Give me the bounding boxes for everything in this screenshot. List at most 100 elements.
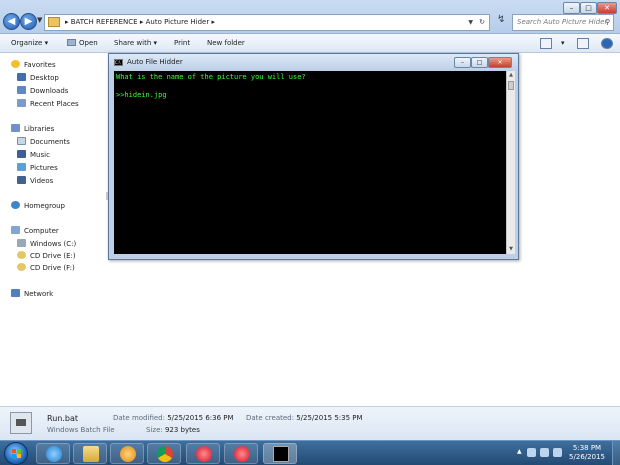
breadcrumb: ▸ BATCH REFERENCE ▸ Auto Picture Hider ▸ [65, 15, 215, 30]
hard-drive-icon [17, 239, 26, 247]
start-button[interactable] [4, 442, 28, 465]
taskbar-media-player[interactable] [110, 443, 144, 464]
taskbar-itunes[interactable] [186, 443, 220, 464]
folder-icon [48, 17, 60, 27]
documents-icon [17, 137, 26, 145]
preview-pane-icon[interactable] [577, 38, 589, 49]
breadcrumb-auto-picture-hider[interactable]: Auto Picture Hider [146, 18, 210, 26]
view-dropdown-icon[interactable]: ▾ [561, 34, 565, 53]
taskbar-internet-explorer[interactable] [36, 443, 70, 464]
network-icon [11, 289, 20, 297]
file-type: Windows Batch File [47, 426, 115, 434]
open-button[interactable]: Open [67, 34, 98, 53]
search-input[interactable]: Search Auto Picture Hider ⚲ [512, 14, 614, 31]
forward-button[interactable]: ▶ [20, 13, 37, 30]
details-pane: Run.bat Windows Batch File Date modified… [0, 406, 620, 440]
close-button[interactable]: ✕ [597, 2, 617, 14]
taskbar-windows-explorer[interactable] [73, 443, 107, 464]
address-dropdown-icon[interactable]: ▼ [468, 15, 473, 30]
volume-icon[interactable] [553, 448, 562, 457]
console-scrollbar[interactable]: ▲ ▼ [506, 71, 515, 254]
share-with-button[interactable]: Share with ▾ [114, 34, 157, 53]
console-minimize-button[interactable]: – [454, 57, 471, 68]
navigation-pane: Favorites Desktop Downloads Recent Place… [0, 54, 109, 406]
maximize-button[interactable]: □ [580, 2, 597, 14]
chevron-right-icon[interactable]: ▸ [211, 18, 215, 26]
scroll-up-icon[interactable]: ▲ [507, 71, 515, 80]
nav-downloads-label: Downloads [30, 87, 69, 95]
nav-cd-drive-f[interactable]: CD Drive (F:) [17, 263, 75, 274]
nav-pictures[interactable]: Pictures [17, 163, 58, 174]
clock[interactable]: 5:38 PM 5/26/2015 [565, 444, 609, 462]
print-button[interactable]: Print [174, 34, 190, 53]
file-name: Run.bat [47, 414, 78, 423]
nav-computer[interactable]: Computer [11, 226, 59, 237]
date-modified-value: 5/25/2015 6:36 PM [167, 414, 234, 422]
new-folder-button[interactable]: New folder [207, 34, 245, 53]
nav-windows-c[interactable]: Windows (C:) [17, 239, 76, 250]
organize-label: Organize [11, 39, 43, 47]
nav-recent-places[interactable]: Recent Places [17, 99, 79, 110]
homegroup-icon [11, 201, 20, 209]
nav-downloads[interactable]: Downloads [17, 86, 68, 97]
desktop-icon [17, 73, 26, 81]
minimize-button[interactable]: – [563, 2, 580, 14]
nav-computer-label: Computer [24, 227, 59, 235]
nav-documents[interactable]: Documents [17, 137, 70, 148]
taskbar-command-prompt[interactable] [263, 443, 297, 464]
show-hidden-icons[interactable]: ▲ [517, 448, 522, 455]
nav-network[interactable]: Network [11, 289, 53, 300]
nav-homegroup[interactable]: Homegroup [11, 201, 65, 212]
recent-places-icon [17, 99, 26, 107]
internet-explorer-icon [46, 446, 62, 462]
show-desktop-button[interactable] [612, 441, 620, 465]
scroll-down-icon[interactable]: ▼ [507, 245, 515, 254]
libraries-icon [11, 124, 20, 132]
itunes-icon [196, 446, 212, 462]
nav-desktop-label: Desktop [30, 74, 59, 82]
size-label: Size: [146, 426, 163, 434]
help-icon[interactable] [601, 38, 613, 49]
back-button[interactable]: ◀ [3, 13, 20, 30]
nav-music[interactable]: Music [17, 150, 50, 161]
view-options-icon[interactable] [540, 38, 552, 49]
nav-recent-places-label: Recent Places [30, 100, 79, 108]
taskbar: ▲ 5:38 PM 5/26/2015 [0, 440, 620, 465]
breadcrumb-batch-reference[interactable]: BATCH REFERENCE [71, 18, 138, 26]
refresh-icon[interactable]: ↯ [497, 14, 505, 25]
nav-cd-drive-e[interactable]: CD Drive (E:) [17, 251, 76, 262]
search-placeholder: Search Auto Picture Hider [517, 18, 608, 26]
open-icon [67, 39, 76, 46]
organize-button[interactable]: Organize ▾ [11, 34, 48, 53]
windows-logo-icon [12, 449, 22, 459]
taskbar-chrome[interactable] [147, 443, 181, 464]
nav-videos[interactable]: Videos [17, 176, 53, 187]
new-folder-label: New folder [207, 39, 245, 47]
console-titlebar[interactable]: C:\ Auto File Hidder – □ ✕ [109, 54, 518, 71]
nav-favorites[interactable]: Favorites [11, 60, 56, 71]
refresh-icon[interactable]: ↻ [479, 15, 485, 30]
taskbar-itunes-2[interactable] [224, 443, 258, 464]
nav-homegroup-label: Homegroup [24, 202, 66, 210]
console-maximize-button[interactable]: □ [471, 57, 488, 68]
nav-videos-label: Videos [30, 177, 54, 185]
network-icon[interactable] [540, 448, 549, 457]
recent-pages-dropdown[interactable]: ▼ [37, 16, 42, 24]
console-window[interactable]: C:\ Auto File Hidder – □ ✕ What is the n… [108, 53, 519, 260]
explorer-titlebar: – □ ✕ ◀ ▶ ▼ ▸ BATCH REFERENCE ▸ Auto Pic… [0, 0, 620, 34]
star-icon [11, 60, 20, 68]
scroll-thumb[interactable] [508, 81, 514, 90]
nav-cd-drive-e-label: CD Drive (E:) [30, 252, 76, 260]
console-icon: C:\ [114, 59, 123, 66]
console-output[interactable]: What is the name of the picture you will… [114, 71, 506, 254]
action-center-icon[interactable] [527, 448, 536, 457]
command-bar: Organize ▾ Open Share with ▾ Print New f… [0, 34, 620, 53]
nav-cd-drive-f-label: CD Drive (F:) [30, 264, 75, 272]
date-created: Date created: 5/25/2015 5:35 PM [246, 414, 363, 422]
address-bar[interactable]: ▸ BATCH REFERENCE ▸ Auto Picture Hider ▸… [44, 14, 490, 31]
console-close-button[interactable]: ✕ [488, 57, 512, 68]
nav-favorites-label: Favorites [24, 61, 56, 69]
nav-libraries[interactable]: Libraries [11, 124, 54, 135]
nav-desktop[interactable]: Desktop [17, 73, 59, 84]
